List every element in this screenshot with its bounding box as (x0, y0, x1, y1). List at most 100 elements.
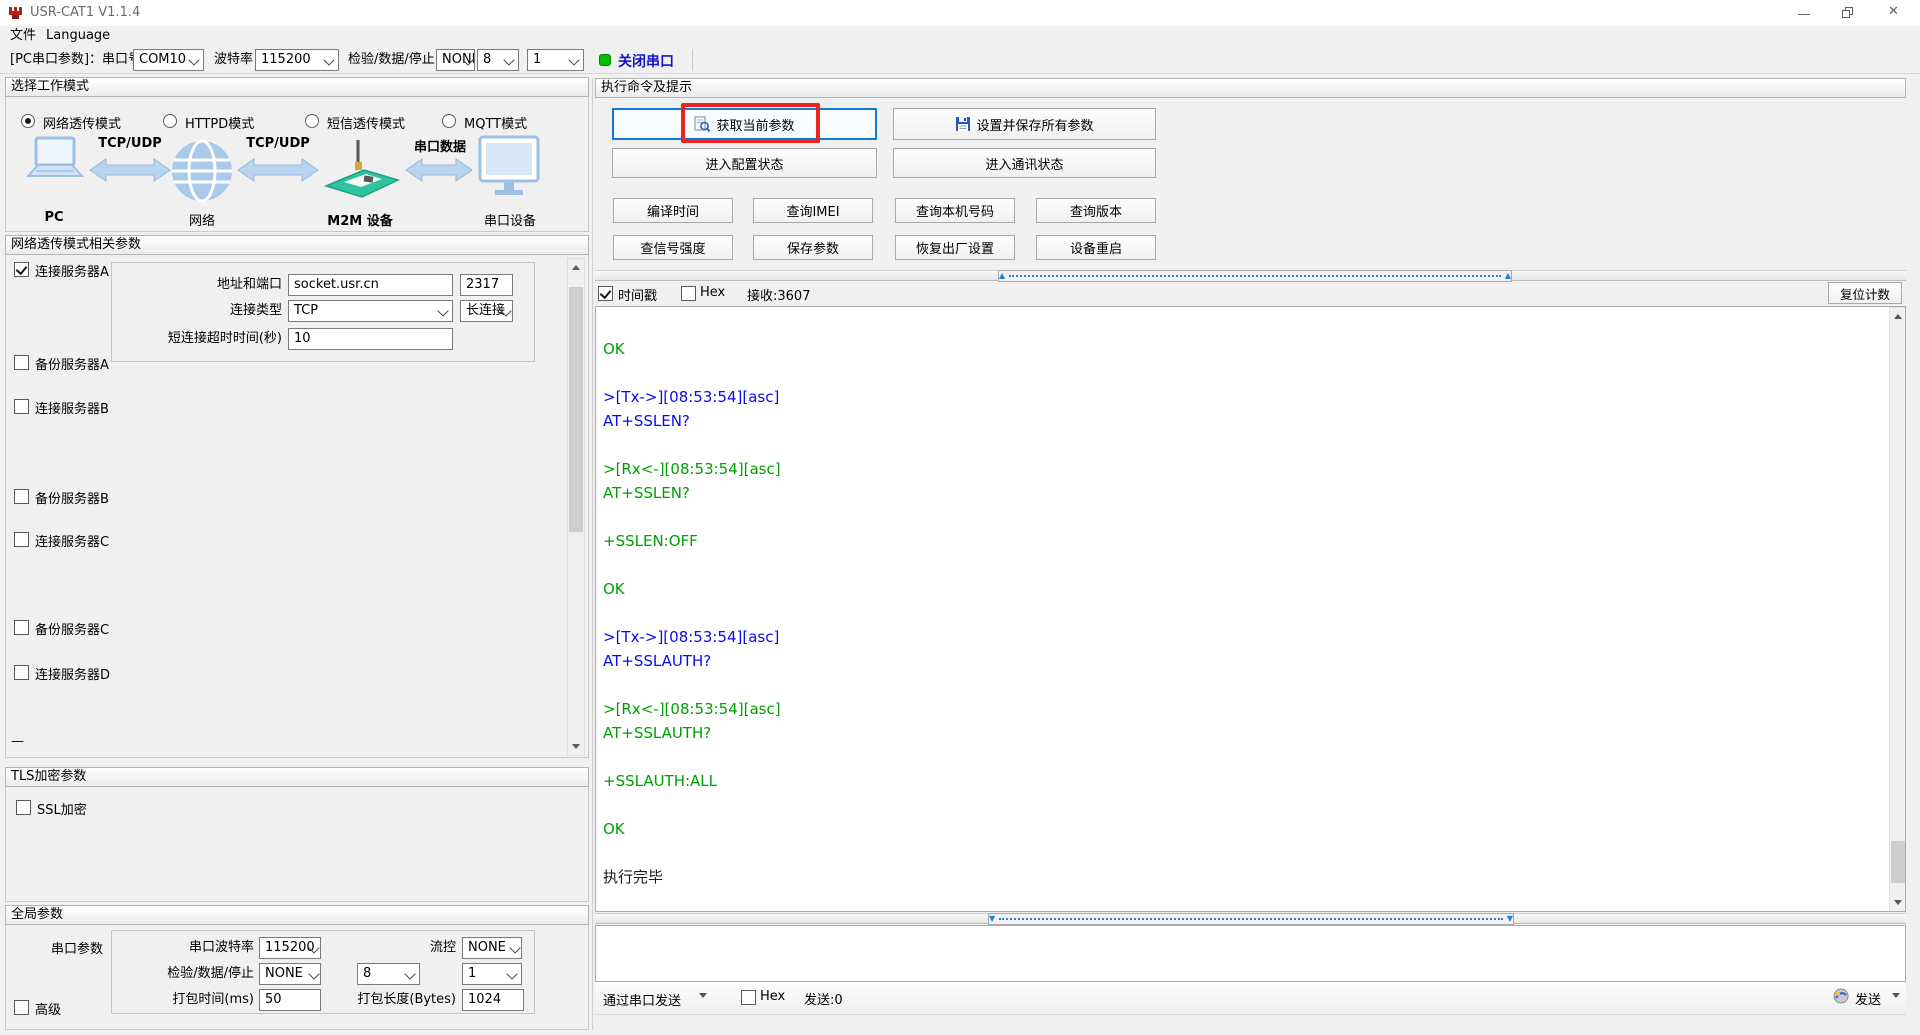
backup-c-checkbox[interactable] (14, 620, 29, 635)
device-restart-button[interactable]: 设备重启 (1036, 235, 1156, 260)
pack-len-input[interactable]: 1024 (462, 989, 524, 1011)
send-mode-dropdown[interactable]: 通过串口发送 (603, 990, 681, 1009)
close-button[interactable]: ✕ (1888, 4, 1899, 19)
gp-stopbits-select[interactable]: 1 (462, 963, 522, 985)
send-hex-checkbox[interactable] (741, 990, 756, 1005)
collapse-down-icon[interactable]: ▼ (1507, 915, 1513, 923)
menu-language[interactable]: Language (40, 26, 116, 46)
collapse-down-icon[interactable]: ▼ (989, 915, 995, 923)
radio-sms-label: 短信透传模式 (327, 117, 406, 132)
server-a-address-input[interactable]: socket.usr.cn (288, 274, 453, 296)
radio-sms[interactable] (305, 114, 319, 128)
reset-counter-button[interactable]: 复位计数 (1828, 282, 1902, 304)
floppy-save-icon (956, 117, 971, 131)
radio-net-passthrough[interactable] (21, 114, 35, 128)
net-params-scrollbar[interactable] (567, 258, 585, 756)
server-a-port-input[interactable]: 2317 (460, 274, 513, 296)
log-splitter[interactable]: ▲ ▲ (595, 270, 1906, 282)
chevron-down-icon (404, 968, 416, 980)
short-timeout-input[interactable]: 10 (288, 328, 453, 350)
get-params-button[interactable]: 获取当前参数 (612, 108, 877, 140)
scroll-down-button[interactable] (568, 738, 584, 755)
menu-file[interactable]: 文件 (4, 26, 42, 46)
stopbits-select[interactable]: 1 (527, 49, 584, 71)
scroll-up-button[interactable] (568, 259, 584, 276)
log-hex-checkbox[interactable] (681, 286, 696, 301)
factory-reset-button[interactable]: 恢复出厂设置 (895, 235, 1015, 260)
send-splitter[interactable]: ▼ ▼ (595, 913, 1906, 925)
addr-port-label: 地址和端口 (216, 277, 282, 292)
send-button[interactable]: 发送 (1855, 989, 1881, 1008)
window-title: USR-CAT1 V1.1.4 (30, 5, 141, 20)
tls-header: TLS加密参数 (5, 767, 589, 787)
gp-parity-select[interactable]: NONE (259, 963, 321, 985)
advanced-label: 高级 (35, 1003, 62, 1018)
parity-select[interactable]: NONI (436, 49, 475, 71)
backup-a-checkbox[interactable] (14, 355, 29, 370)
query-number-button[interactable]: 查询本机号码 (895, 198, 1015, 223)
pack-time-input[interactable]: 50 (259, 989, 321, 1011)
compile-time-button[interactable]: 编译时间 (613, 198, 733, 223)
scrollbar-thumb[interactable] (1891, 841, 1905, 883)
ssl-checkbox[interactable] (16, 800, 31, 815)
enter-config-button[interactable]: 进入配置状态 (612, 148, 877, 178)
backup-b-checkbox[interactable] (14, 489, 29, 504)
query-imei-button[interactable]: 查询IMEI (753, 198, 873, 223)
node-label-serial-device: 串口设备 (483, 214, 536, 229)
minimize-button[interactable] (1797, 6, 1811, 20)
splitter-handle[interactable]: ▼ ▼ (988, 913, 1514, 925)
server-c-checkbox[interactable] (14, 532, 29, 547)
timestamp-checkbox[interactable] (598, 286, 613, 301)
link-label-serial-data: 串口数据 (413, 140, 466, 155)
scroll-down-button[interactable] (1890, 894, 1905, 911)
close-port-button[interactable]: 关闭串口 (618, 51, 674, 71)
server-a-label: 连接服务器A (35, 265, 109, 280)
set-save-all-button[interactable]: 设置并保存所有参数 (893, 108, 1156, 140)
log-scrollbar[interactable] (1889, 307, 1905, 911)
query-version-button[interactable]: 查询版本 (1036, 198, 1156, 223)
databits-select[interactable]: 8 (477, 49, 519, 71)
chevron-down-icon (188, 54, 200, 66)
port-open-status-icon (599, 54, 611, 66)
gp-framing-label: 检验/数据/停止 (167, 966, 254, 981)
radio-mqtt[interactable] (442, 114, 456, 128)
work-mode-header: 选择工作模式 (5, 77, 589, 97)
log-output[interactable]: OK >[Tx->][08:53:54][asc] AT+SSLEN? >[Rx… (595, 306, 1906, 912)
server-b-checkbox[interactable] (14, 399, 29, 414)
log-line: AT+SSLAUTH? (603, 724, 712, 742)
scrollbar-thumb[interactable] (569, 287, 583, 532)
pc-icon (34, 136, 76, 167)
restore-button[interactable] (1841, 6, 1855, 20)
chevron-down-icon (699, 993, 707, 998)
enter-comm-button[interactable]: 进入通讯状态 (893, 148, 1156, 178)
save-params-button[interactable]: 保存参数 (753, 235, 873, 260)
gp-baud-label: 串口波特率 (188, 940, 254, 955)
gp-flow-select[interactable]: NONE (462, 937, 522, 959)
com-port-select[interactable]: COM10 (133, 49, 204, 71)
query-signal-button[interactable]: 查信号强度 (613, 235, 733, 260)
keepalive-select[interactable]: 长连接 (460, 300, 513, 322)
scroll-up-button[interactable] (1890, 308, 1905, 325)
gp-databits-select[interactable]: 8 (357, 963, 420, 985)
collapse-up-icon[interactable]: ▲ (1505, 272, 1511, 280)
radio-httpd-label: HTTPD模式 (185, 117, 255, 132)
log-line: >[Tx->][08:53:54][asc] (603, 388, 780, 406)
server-d-checkbox[interactable] (14, 665, 29, 680)
conn-type-select[interactable]: TCP (288, 300, 453, 322)
splitter-handle[interactable]: ▲ ▲ (998, 270, 1512, 282)
app-window: USR-CAT1 V1.1.4 ✕ 文件 Language [PC串口参数]：串… (0, 0, 1920, 1035)
send-hex-label: Hex (760, 989, 786, 1004)
server-a-checkbox[interactable] (14, 262, 29, 277)
baud-select[interactable]: 115200 (255, 49, 339, 71)
gp-baud-select[interactable]: 115200 (259, 937, 321, 959)
advanced-checkbox[interactable] (14, 1000, 29, 1015)
radio-httpd[interactable] (163, 114, 177, 128)
collapse-up-icon[interactable]: ▲ (999, 272, 1005, 280)
send-text-area[interactable] (595, 925, 1906, 982)
net-params-section: 网络透传模式相关参数 连接服务器A 地址和端口 socket.usr.cn 23… (5, 235, 589, 758)
